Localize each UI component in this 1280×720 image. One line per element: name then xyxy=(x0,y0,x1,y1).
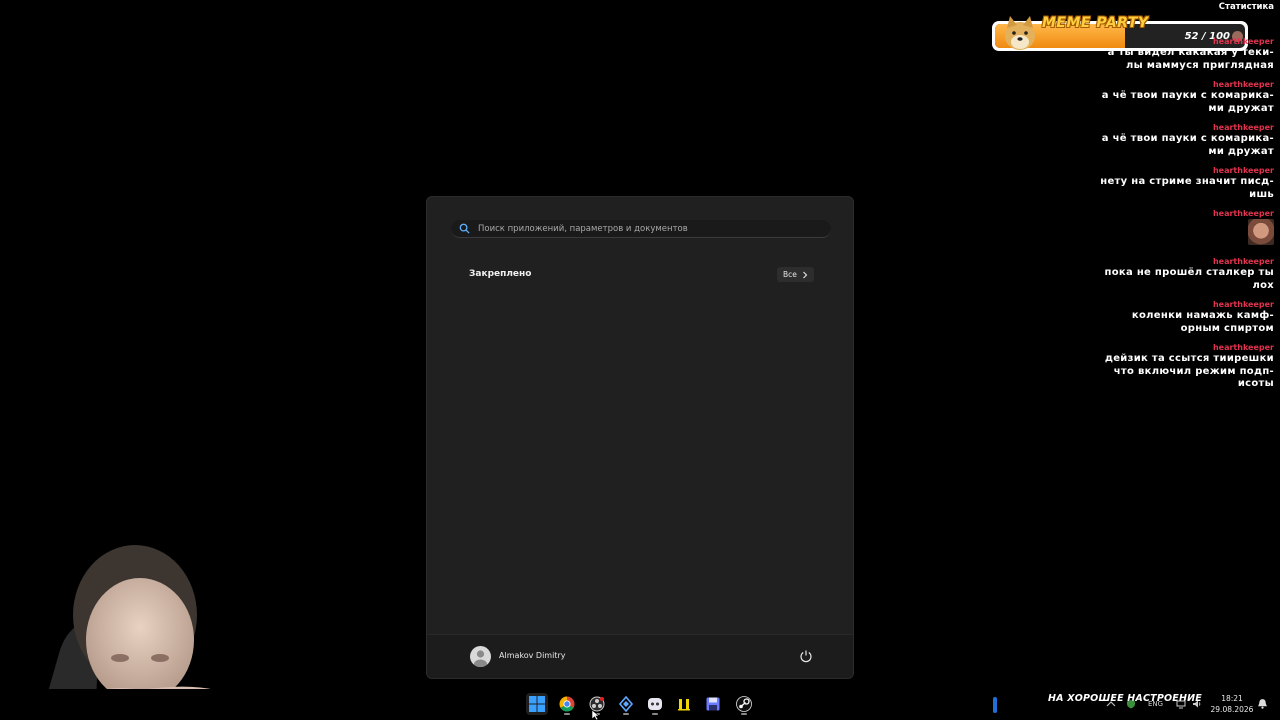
chat-message-text: исоты xyxy=(1237,378,1274,389)
tray-arrow-icon[interactable] xyxy=(1106,699,1116,709)
shield-tray-icon[interactable] xyxy=(1126,699,1136,709)
chat-message: hearthkeeper а чё твои пауки с комарика-м… xyxy=(1074,122,1274,158)
chat-username[interactable]: hearthkeeper xyxy=(1074,299,1274,310)
taskbar: НА ХОРОШЕЕ НАСТРОЕНИЕ ENG 18:21 29.08.20… xyxy=(0,689,1280,720)
chat-message-text: а чё твои пауки с комарика- xyxy=(1101,90,1274,101)
discord-taskbar-button[interactable] xyxy=(644,693,666,715)
clock-date: 29.08.2026 xyxy=(1210,705,1254,714)
user-silhouette-icon xyxy=(474,650,487,667)
chat-message-text: а ты видел какакая у теки- xyxy=(1107,47,1274,58)
steam-taskbar-button[interactable] xyxy=(733,693,755,715)
chat-message-text: пока не прошёл сталкер ты xyxy=(1104,267,1274,278)
chat-feed: hearthkeeper а ты видел какакая у теки-лы… xyxy=(1074,36,1274,398)
chat-username[interactable]: hearthkeeper xyxy=(1074,79,1274,90)
chat-username[interactable]: hearthkeeper xyxy=(1074,165,1274,176)
start-menu: Закреплено Все Almakov Dimitry xyxy=(426,196,854,679)
power-icon[interactable] xyxy=(799,649,813,663)
mouse-cursor-icon xyxy=(592,710,600,720)
search-box[interactable] xyxy=(451,220,831,238)
pinned-section-title: Закреплено xyxy=(469,269,532,279)
chat-username[interactable]: hearthkeeper xyxy=(1074,342,1274,353)
network-icon[interactable] xyxy=(1176,699,1186,709)
chat-message: hearthkeeper нету на стриме значит писд-и… xyxy=(1074,165,1274,201)
all-apps-button[interactable]: Все xyxy=(777,267,814,282)
chrome-taskbar-button[interactable] xyxy=(556,693,578,715)
chat-emote-image xyxy=(1248,219,1274,245)
doge-icon xyxy=(1005,16,1035,50)
windows-start-icon xyxy=(529,696,545,712)
chat-message-text: лох xyxy=(1252,279,1274,291)
save-icon xyxy=(706,697,720,711)
notes-taskbar-button[interactable] xyxy=(673,693,695,715)
chevron-right-icon xyxy=(803,271,808,278)
chat-message-text: ми дружат xyxy=(1208,102,1274,114)
chat-message-text: ишь xyxy=(1249,188,1274,200)
chat-username[interactable]: hearthkeeper xyxy=(1074,36,1274,47)
chrome-icon xyxy=(559,696,575,712)
chat-username[interactable]: hearthkeeper xyxy=(1074,122,1274,133)
notes-icon xyxy=(678,699,690,711)
chat-message-text: а чё твои пауки с комарика- xyxy=(1101,133,1274,144)
chat-message: hearthkeeper а чё твои пауки с комарика-м… xyxy=(1074,79,1274,115)
chat-username[interactable]: hearthkeeper xyxy=(1074,208,1274,219)
start-menu-footer: Almakov Dimitry xyxy=(427,634,853,678)
clock[interactable]: 18:21 29.08.2026 xyxy=(1210,693,1254,715)
steam-icon xyxy=(736,696,752,712)
save-taskbar-button[interactable] xyxy=(702,693,724,715)
language-indicator[interactable]: ENG xyxy=(1148,700,1163,708)
clock-time: 18:21 xyxy=(1221,694,1243,703)
chat-message-text: дейзик та ссытся тиирешки xyxy=(1104,353,1274,364)
windows-start-button[interactable] xyxy=(526,693,548,715)
chat-message: hearthkeeper пока не прошёл сталкер ты лох xyxy=(1074,256,1274,292)
chat-message: hearthkeeper а ты видел какакая у теки-лы… xyxy=(1074,36,1274,72)
chat-message-text: коленки намажь камф- xyxy=(1131,310,1274,321)
sound-level-indicator xyxy=(993,697,997,713)
user-avatar[interactable] xyxy=(470,646,491,667)
notification-bell-icon[interactable] xyxy=(1257,698,1268,709)
chat-message-text: орным спиртом xyxy=(1180,322,1274,334)
vpn-taskbar-button[interactable] xyxy=(615,693,637,715)
all-apps-label: Все xyxy=(783,270,797,279)
statistics-label: Статистика xyxy=(1218,2,1274,12)
meme-party-title: MEME PARTY xyxy=(1042,15,1149,31)
chat-message-text: лы маммуся приглядная xyxy=(1126,59,1274,71)
search-input[interactable] xyxy=(478,223,831,234)
discord-icon xyxy=(648,698,662,710)
volume-icon[interactable] xyxy=(1192,699,1202,709)
user-name[interactable]: Almakov Dimitry xyxy=(499,651,565,660)
search-icon xyxy=(459,223,470,234)
chat-message-text: нету на стриме значит писд- xyxy=(1100,176,1274,187)
chat-message-text: ми дружат xyxy=(1208,145,1274,157)
chat-username[interactable]: hearthkeeper xyxy=(1074,256,1274,267)
vpn-icon xyxy=(618,696,634,712)
chat-message: hearthkeeper xyxy=(1074,208,1274,249)
chat-message: hearthkeeper дейзик та ссытся тиирешки что… xyxy=(1074,342,1274,391)
chat-message-text: что включил режим подп- xyxy=(1113,365,1274,377)
chat-message: hearthkeeper коленки намажь камф-орным сп… xyxy=(1074,299,1274,335)
